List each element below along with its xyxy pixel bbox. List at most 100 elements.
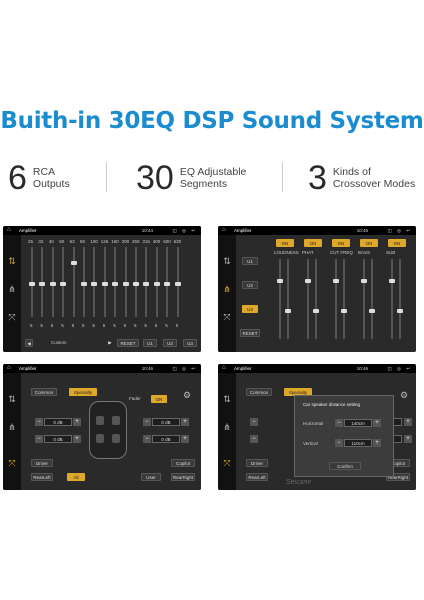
crossover-icon[interactable]: ⋔ xyxy=(6,283,18,295)
crossover-toggle[interactable]: ON xyxy=(388,239,406,247)
eq-slider[interactable] xyxy=(101,247,108,317)
crossover-slider-knob[interactable] xyxy=(361,279,367,283)
home-icon[interactable]: ⌂ xyxy=(7,364,11,373)
eq-slider[interactable] xyxy=(174,247,181,317)
eq-slider[interactable] xyxy=(49,247,56,317)
crossover-slider[interactable] xyxy=(341,259,347,339)
eq-slider[interactable] xyxy=(112,247,119,317)
eq-slider-knob[interactable] xyxy=(164,282,171,286)
crossover-slider[interactable] xyxy=(313,259,319,339)
home-icon[interactable]: ⌂ xyxy=(222,364,226,373)
eq-slider-knob[interactable] xyxy=(60,282,67,286)
next-button[interactable]: ▶ xyxy=(105,339,115,347)
eq-slider-knob[interactable] xyxy=(29,282,35,286)
balance-icon[interactable]: ⤧ xyxy=(6,311,18,323)
crossover-icon[interactable]: ⋔ xyxy=(6,421,18,433)
plus-button[interactable]: + xyxy=(404,435,412,443)
crossover-toggle[interactable]: ON xyxy=(360,239,378,247)
driver-button[interactable]: Driver xyxy=(246,459,268,467)
eq-slider-knob[interactable] xyxy=(70,261,77,265)
crossover-slider-knob[interactable] xyxy=(369,309,375,313)
eq-slider[interactable] xyxy=(164,247,171,317)
eq-icon[interactable]: ⇅ xyxy=(6,255,18,267)
crossover-slider-knob[interactable] xyxy=(341,309,347,313)
eq-slider-knob[interactable] xyxy=(39,282,46,286)
eq-slider-knob[interactable] xyxy=(153,282,160,286)
eq-slider[interactable] xyxy=(81,247,87,317)
eq-icon[interactable]: ⇅ xyxy=(6,393,18,405)
minus-button[interactable]: − xyxy=(143,435,151,443)
eq-slider-knob[interactable] xyxy=(112,282,119,286)
u1-button[interactable]: U1 xyxy=(143,339,157,347)
u3-button[interactable]: U3 xyxy=(242,305,258,313)
plus-button[interactable]: + xyxy=(73,418,81,426)
horizontal-plus-button[interactable]: + xyxy=(373,419,381,427)
common-tab[interactable]: Common xyxy=(246,388,272,396)
eq-icon[interactable]: ⇅ xyxy=(221,393,233,405)
reset-button[interactable]: RESET xyxy=(117,339,139,347)
u1-button[interactable]: U1 xyxy=(242,257,258,265)
driver-button[interactable]: Driver xyxy=(31,459,53,467)
settings-icon[interactable]: ⚙ xyxy=(181,389,193,401)
crossover-slider[interactable] xyxy=(369,259,375,339)
eq-slider-knob[interactable] xyxy=(174,282,181,286)
eq-slider-knob[interactable] xyxy=(91,282,98,286)
crossover-slider-knob[interactable] xyxy=(285,309,291,313)
crossover-slider-knob[interactable] xyxy=(313,309,319,313)
minus-button[interactable]: − xyxy=(250,418,258,426)
crossover-slider-knob[interactable] xyxy=(389,279,395,283)
confirm-button[interactable]: Confirm xyxy=(329,462,361,470)
crossover-slider[interactable] xyxy=(277,259,283,339)
eq-slider[interactable] xyxy=(29,247,35,317)
eq-slider-knob[interactable] xyxy=(122,282,129,286)
minus-button[interactable]: − xyxy=(35,418,43,426)
crossover-icon[interactable]: ⋔ xyxy=(221,283,233,295)
eq-slider[interactable] xyxy=(39,247,46,317)
reset-button[interactable]: RESET xyxy=(240,329,260,337)
rearright-button[interactable]: RearRight xyxy=(171,473,195,481)
crossover-slider[interactable] xyxy=(361,259,367,339)
minus-button[interactable]: − xyxy=(143,418,151,426)
crossover-toggle[interactable]: ON xyxy=(332,239,350,247)
rearleft-button[interactable]: RearLeft xyxy=(246,473,268,481)
home-icon[interactable]: ⌂ xyxy=(7,226,11,235)
eq-slider[interactable] xyxy=(70,247,77,317)
vertical-plus-button[interactable]: + xyxy=(373,439,381,447)
eq-slider-knob[interactable] xyxy=(143,282,150,286)
horizontal-minus-button[interactable]: − xyxy=(335,419,343,427)
home-icon[interactable]: ⌂ xyxy=(222,226,226,235)
specialty-tab[interactable]: Specialty xyxy=(69,388,97,396)
rearleft-button[interactable]: RearLeft xyxy=(31,473,53,481)
eq-slider[interactable] xyxy=(60,247,67,317)
crossover-toggle[interactable]: ON xyxy=(276,239,294,247)
eq-slider[interactable] xyxy=(91,247,98,317)
user-button[interactable]: User xyxy=(141,473,161,481)
eq-slider[interactable] xyxy=(122,247,129,317)
crossover-toggle[interactable]: ON xyxy=(304,239,322,247)
plus-button[interactable]: + xyxy=(404,418,412,426)
eq-icon[interactable]: ⇅ xyxy=(221,255,233,267)
vertical-minus-button[interactable]: − xyxy=(335,439,343,447)
crossover-slider[interactable] xyxy=(305,259,311,339)
crossover-icon[interactable]: ⋔ xyxy=(221,421,233,433)
fader-toggle[interactable]: ON xyxy=(151,395,167,403)
eq-slider[interactable] xyxy=(143,247,150,317)
crossover-slider[interactable] xyxy=(397,259,403,339)
crossover-slider-knob[interactable] xyxy=(277,279,283,283)
common-tab[interactable]: Common xyxy=(31,388,57,396)
copilot-button[interactable]: Copilot xyxy=(171,459,195,467)
balance-icon[interactable]: ⤧ xyxy=(221,457,233,469)
prev-button[interactable]: ◀ xyxy=(25,339,33,347)
balance-icon[interactable]: ⤧ xyxy=(221,311,233,323)
plus-button[interactable]: + xyxy=(181,418,189,426)
minus-button[interactable]: − xyxy=(250,435,258,443)
crossover-slider[interactable] xyxy=(285,259,291,339)
u2-button[interactable]: U2 xyxy=(163,339,177,347)
crossover-slider-knob[interactable] xyxy=(397,309,403,313)
u3-button[interactable]: U3 xyxy=(183,339,197,347)
crossover-slider[interactable] xyxy=(389,259,395,339)
minus-button[interactable]: − xyxy=(35,435,43,443)
eq-slider-knob[interactable] xyxy=(101,282,108,286)
crossover-slider[interactable] xyxy=(333,259,339,339)
eq-slider-knob[interactable] xyxy=(133,282,139,286)
